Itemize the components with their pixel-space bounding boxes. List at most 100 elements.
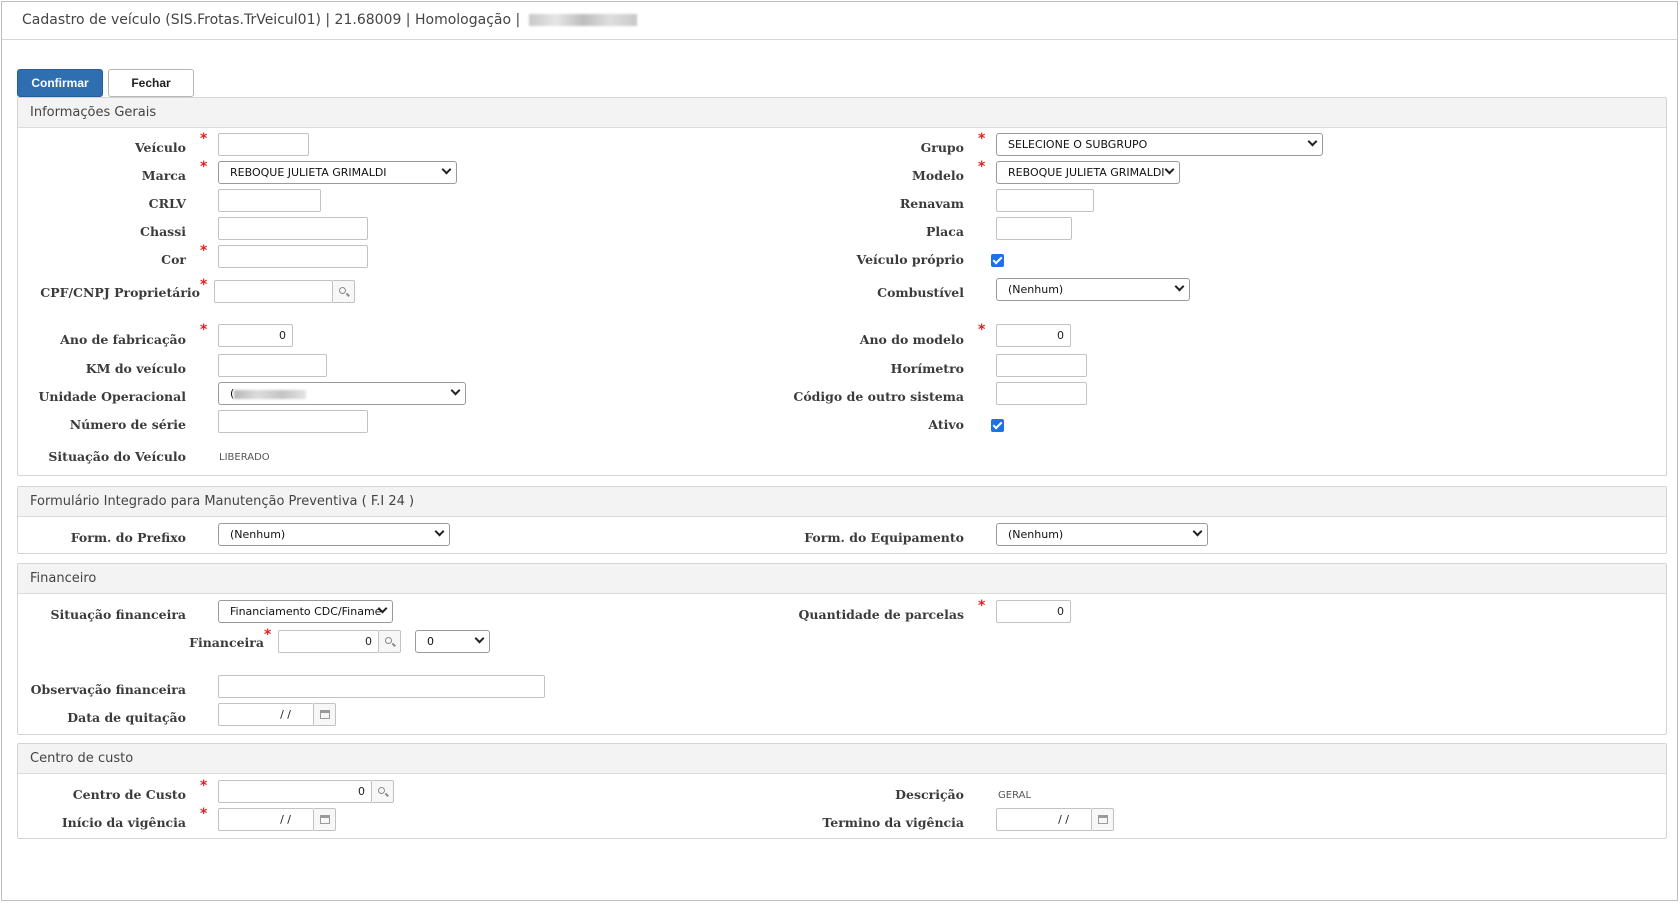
- cor-label: Cor: [161, 252, 186, 267]
- veiculo-input[interactable]: [218, 133, 309, 156]
- situacao-veiculo-value: LIBERADO: [219, 452, 270, 463]
- modelo-select[interactable]: REBOQUE JULIETA GRIMALDI: [996, 161, 1180, 184]
- grupo-select-value: SELECIONE O SUBGRUPO: [1008, 138, 1148, 151]
- crlv-input[interactable]: [218, 189, 321, 212]
- calendar-icon: [320, 815, 330, 824]
- ano-modelo-label: Ano do modelo: [859, 332, 964, 347]
- close-button[interactable]: Fechar: [108, 69, 194, 97]
- data-quitacao-input[interactable]: / /: [218, 703, 314, 726]
- centro-custo-search-button[interactable]: [372, 780, 394, 803]
- panel-fi24: Formulário Integrado para Manutenção Pre…: [17, 486, 1667, 554]
- search-icon: [378, 787, 385, 794]
- centro-custo-label: Centro de Custo: [72, 787, 186, 802]
- crlv-label: CRLV: [148, 196, 186, 211]
- situacao-veiculo-label: Situação do Veículo: [48, 449, 186, 464]
- quantidade-parcelas-label: Quantidade de parcelas: [798, 607, 965, 622]
- observacao-financeira-label: Observação financeira: [30, 682, 186, 697]
- section-title-financeiro: Financeiro: [18, 564, 1666, 594]
- required-marker: *: [200, 322, 208, 338]
- situacao-financeira-select[interactable]: Financiamento CDC/Finame: [218, 600, 393, 623]
- ano-modelo-input[interactable]: 0: [996, 324, 1071, 347]
- data-quitacao-calendar-button[interactable]: [314, 703, 336, 726]
- required-marker: *: [978, 598, 986, 614]
- chevron-down-icon: [1174, 281, 1185, 292]
- form-equipamento-value: (Nenhum): [1008, 528, 1064, 541]
- combustivel-select[interactable]: (Nenhum): [996, 278, 1190, 301]
- renavam-input[interactable]: [996, 189, 1094, 212]
- modelo-label: Modelo: [912, 168, 964, 183]
- situacao-financeira-value: Financiamento CDC/Finame: [230, 605, 382, 618]
- data-quitacao-label: Data de quitação: [67, 710, 186, 725]
- centro-custo-input[interactable]: 0: [218, 780, 372, 803]
- ativo-checkbox[interactable]: [991, 419, 1004, 432]
- placa-label: Placa: [926, 224, 964, 239]
- veiculo-label: Veículo: [134, 140, 186, 155]
- combustivel-label: Combustível: [877, 285, 964, 300]
- search-icon: [339, 287, 346, 294]
- required-marker: *: [264, 627, 272, 643]
- section-title-geral: Informações Gerais: [18, 98, 1666, 128]
- veiculo-proprio-checkbox[interactable]: [991, 254, 1004, 267]
- grupo-select[interactable]: SELECIONE O SUBGRUPO: [996, 133, 1323, 156]
- codigo-outro-sistema-label: Código de outro sistema: [793, 389, 964, 404]
- horimetro-label: Horímetro: [890, 361, 964, 376]
- unidade-operacional-label: Unidade Operacional: [38, 389, 186, 404]
- observacao-financeira-input[interactable]: [218, 675, 545, 698]
- marca-select[interactable]: REBOQUE JULIETA GRIMALDI: [218, 161, 457, 184]
- required-marker: *: [200, 277, 208, 293]
- required-marker: *: [200, 806, 208, 822]
- required-marker: *: [200, 159, 208, 175]
- form-prefixo-select[interactable]: (Nenhum): [218, 523, 450, 546]
- inicio-vigencia-calendar-button[interactable]: [314, 808, 336, 831]
- horimetro-input[interactable]: [996, 354, 1087, 377]
- confirm-button[interactable]: Confirmar: [17, 69, 103, 97]
- ano-fabricacao-input[interactable]: 0: [218, 324, 293, 347]
- window-title: Cadastro de veículo (SIS.Frotas.TrVeicul…: [22, 12, 521, 28]
- situacao-financeira-label: Situação financeira: [50, 607, 187, 622]
- cpf-cnpj-label: CPF/CNPJ Proprietário: [40, 285, 200, 300]
- financeira-search-button[interactable]: [379, 630, 401, 653]
- form-equipamento-select[interactable]: (Nenhum): [996, 523, 1208, 546]
- unidade-operacional-select[interactable]: (: [218, 382, 466, 405]
- section-title-centro-custo: Centro de custo: [18, 744, 1666, 774]
- required-marker: *: [978, 159, 986, 175]
- cpf-cnpj-input[interactable]: [214, 280, 333, 303]
- required-marker: *: [200, 778, 208, 794]
- financeira-secondary-select[interactable]: 0: [415, 630, 490, 653]
- chevron-down-icon: [1164, 164, 1175, 175]
- cpf-search-button[interactable]: [333, 280, 355, 303]
- combustivel-select-value: (Nenhum): [1008, 283, 1064, 296]
- calendar-icon: [320, 710, 330, 719]
- quantidade-parcelas-input[interactable]: 0: [996, 600, 1071, 623]
- marca-select-value: REBOQUE JULIETA GRIMALDI: [230, 166, 387, 179]
- veiculo-proprio-label: Veículo próprio: [856, 252, 964, 267]
- cor-input[interactable]: [218, 245, 368, 268]
- km-label: KM do veículo: [85, 361, 186, 376]
- section-title-fi24: Formulário Integrado para Manutenção Pre…: [18, 487, 1666, 517]
- descricao-label: Descrição: [895, 787, 964, 802]
- numero-serie-label: Número de série: [69, 417, 186, 432]
- chassi-input[interactable]: [218, 217, 368, 240]
- placa-input[interactable]: [996, 217, 1072, 240]
- calendar-icon: [1098, 815, 1108, 824]
- window-frame: Cadastro de veículo (SIS.Frotas.TrVeicul…: [1, 1, 1678, 901]
- grupo-label: Grupo: [920, 140, 964, 155]
- termino-vigencia-input[interactable]: / /: [996, 808, 1092, 831]
- financeira-input[interactable]: 0: [278, 630, 379, 653]
- chevron-down-icon: [1192, 526, 1203, 537]
- km-input[interactable]: [218, 354, 327, 377]
- required-marker: *: [978, 131, 986, 147]
- panel-financeiro: Financeiro Situação financeira Financiam…: [17, 563, 1667, 735]
- chevron-down-icon: [1307, 136, 1318, 147]
- ano-fabricacao-label: Ano de fabricação: [60, 332, 186, 347]
- redacted-environment: [528, 14, 637, 26]
- codigo-outro-sistema-input[interactable]: [996, 382, 1087, 405]
- required-marker: *: [978, 322, 986, 338]
- modelo-select-value: REBOQUE JULIETA GRIMALDI: [1008, 166, 1165, 179]
- chevron-down-icon: [474, 633, 485, 644]
- descricao-value: GERAL: [998, 790, 1032, 801]
- termino-vigencia-calendar-button[interactable]: [1092, 808, 1114, 831]
- inicio-vigencia-input[interactable]: / /: [218, 808, 314, 831]
- panel-informacoes-gerais: Informações Gerais Veículo * Grupo * SEL…: [17, 97, 1667, 476]
- numero-serie-input[interactable]: [218, 410, 368, 433]
